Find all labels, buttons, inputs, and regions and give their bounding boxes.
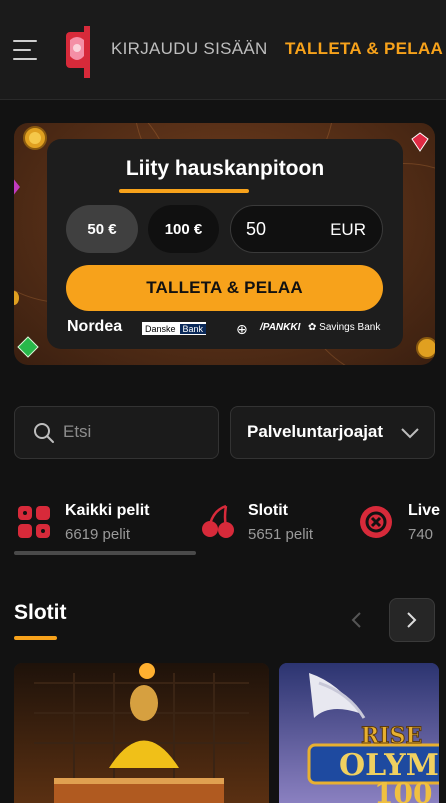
category-count: 740 — [408, 526, 434, 543]
danske-bank-logo: Danske Bank — [142, 322, 207, 335]
carousel-next-button[interactable] — [389, 598, 435, 642]
category-name: Slotit — [248, 502, 288, 519]
game-artwork: RISE OLYMP 100 — [279, 663, 439, 803]
bank-circle-icon: ⊕ — [236, 321, 248, 337]
deposit-play-button[interactable]: TALLETA & PELAA — [66, 265, 383, 311]
chevron-down-icon — [401, 428, 419, 439]
category-slots[interactable]: Slotit 5651 pelit — [200, 500, 340, 550]
login-link[interactable]: KIRJAUDU SISÄÄN — [111, 39, 268, 59]
title-underline — [119, 189, 249, 193]
nordea-logo: Nordea — [67, 318, 123, 335]
all-games-icon — [18, 506, 50, 538]
coin-icon — [14, 291, 19, 305]
bank-text: Bank — [179, 323, 207, 334]
amount-50-button[interactable]: 50 € — [66, 205, 138, 253]
category-name: Kaikki pelit — [65, 502, 150, 519]
ruby-icon — [411, 132, 429, 152]
section-underline — [14, 636, 57, 640]
currency-label: EUR — [330, 220, 366, 239]
logo-icon[interactable] — [62, 24, 92, 80]
amount-input[interactable]: 50 EUR — [230, 205, 383, 253]
deposit-play-link[interactable]: TALLETA & PELAA — [285, 39, 443, 59]
search-icon — [34, 423, 54, 443]
chevron-right-icon — [407, 612, 417, 628]
coin-icon — [416, 337, 435, 359]
search-placeholder: Etsi — [63, 422, 92, 441]
deposit-banner: Liity hauskanpitoon 50 € 100 € 50 EUR TA… — [14, 123, 435, 365]
deposit-card: Liity hauskanpitoon 50 € 100 € 50 EUR TA… — [47, 139, 403, 349]
category-count: 5651 pelit — [248, 526, 314, 543]
amount-100-button[interactable]: 100 € — [148, 205, 219, 253]
savings-bank-text: Savings Bank — [319, 322, 381, 333]
search-input[interactable]: Etsi — [14, 406, 219, 459]
live-chip-icon — [360, 506, 392, 538]
coin-icon — [23, 126, 47, 150]
cherry-icon — [202, 504, 234, 538]
game-artwork — [14, 663, 269, 803]
emerald-icon — [17, 336, 39, 358]
provider-label: Palveluntarjoajat — [247, 422, 384, 441]
category-name: Live — [408, 502, 441, 519]
menu-icon[interactable] — [13, 40, 37, 60]
savings-bank-logo: ✿ Savings Bank — [308, 322, 381, 333]
top-header: KIRJAUDU SISÄÄN TALLETA & PELAA — [0, 0, 446, 100]
svg-text:100: 100 — [374, 777, 432, 803]
danske-text: Danske — [145, 323, 176, 334]
gem-icon — [14, 179, 20, 195]
category-all-games[interactable]: Kaikki pelit 6619 pelit — [16, 500, 196, 550]
carousel-prev-button[interactable] — [338, 598, 373, 642]
provider-dropdown[interactable]: Palveluntarjoajat — [230, 406, 435, 459]
category-count: 6619 pelit — [65, 526, 131, 543]
active-category-indicator — [14, 551, 196, 555]
s-pankki-logo: /PANKKI — [260, 322, 301, 333]
section-title: Slotit — [14, 601, 67, 624]
banner-title: Liity hauskanpitoon — [125, 157, 325, 180]
category-live[interactable]: Live 740 — [358, 500, 446, 550]
game-tile[interactable] — [14, 663, 269, 803]
game-tile[interactable]: RISE OLYMP 100 — [279, 663, 439, 803]
chevron-left-icon — [351, 612, 361, 628]
bank-logos: Nordea Danske Bank ⊕ /PANKKI ✿ Savings Ba… — [67, 318, 387, 339]
amount-value: 50 — [246, 219, 267, 239]
